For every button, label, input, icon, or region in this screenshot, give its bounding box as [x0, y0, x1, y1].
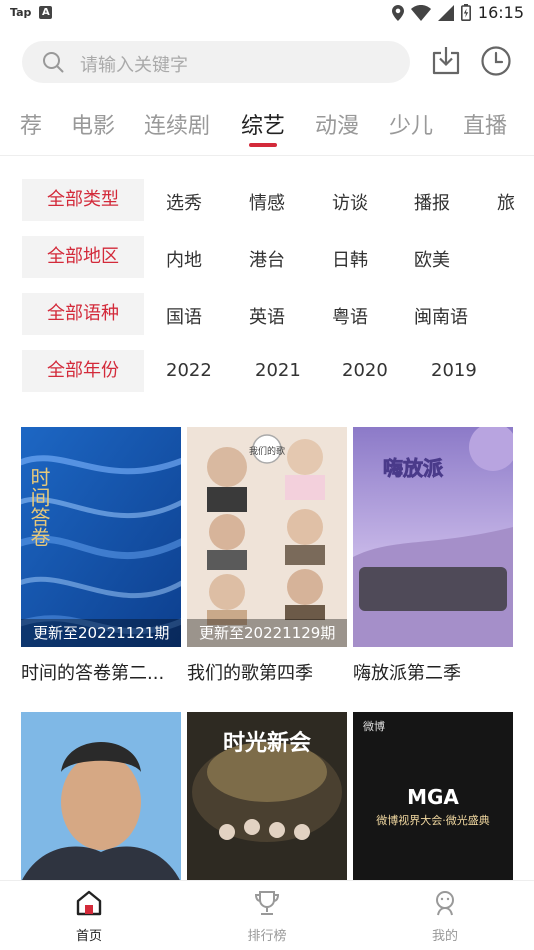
bottom-nav: 首页 排行榜 我的 — [0, 880, 534, 950]
poster-title-text: 时间答卷 — [27, 467, 51, 547]
nav-profile-label: 我的 — [431, 929, 458, 944]
history-icon[interactable] — [479, 44, 513, 78]
download-icon[interactable] — [429, 44, 463, 78]
filter-row-year: 全部年份 2022 2021 2020 2019 — [0, 350, 534, 392]
tap-app-tag: Tap — [10, 6, 32, 19]
filter-option[interactable]: 2021 — [255, 360, 301, 381]
tab-anime[interactable]: 动漫 — [315, 108, 359, 140]
status-bar: Tap A 16:15 — [0, 0, 534, 28]
poster-image: 嗨放派 — [353, 427, 513, 647]
tab-series[interactable]: 连续剧 — [144, 108, 210, 140]
filter-row-language: 全部语种 国语 英语 粤语 闽南语 — [0, 293, 534, 335]
filter-all-languages-button[interactable]: 全部语种 — [22, 293, 144, 335]
profile-icon — [436, 891, 454, 916]
filter-row-region: 全部地区 内地 港台 日韩 欧美 — [0, 236, 534, 278]
show-poster: 我们的歌 更新至20221129期 — [187, 427, 347, 647]
filter-option[interactable]: 国语 — [166, 303, 202, 329]
filter-option[interactable]: 2022 — [166, 360, 212, 381]
update-badge: 更新至20221121期 — [21, 619, 181, 647]
active-tab-indicator — [249, 143, 277, 147]
poster-image: 时光新会 — [187, 712, 347, 882]
nav-home[interactable]: 首页 — [49, 889, 129, 944]
weibo-logo-text: 微博 — [363, 719, 385, 733]
show-title: 时间的答卷第二... — [21, 663, 165, 684]
trophy-icon — [254, 891, 280, 915]
update-badge: 更新至20221129期 — [187, 619, 347, 647]
nav-profile[interactable]: 我的 — [405, 889, 485, 944]
poster-image: 微博 MGA 微博视界大会·微光盛典 — [353, 712, 513, 882]
tab-live[interactable]: 直播 — [463, 108, 507, 140]
search-row: 请输入关键字 — [0, 40, 534, 86]
show-poster: 时光新会 — [187, 712, 347, 882]
filter-option[interactable]: 情感 — [249, 189, 285, 215]
filter-all-years-button[interactable]: 全部年份 — [22, 350, 144, 392]
wifi-icon — [410, 4, 431, 21]
poster-logo-text: 嗨放派 — [383, 456, 444, 480]
show-poster: 微博 MGA 微博视界大会·微光盛典 — [353, 712, 513, 882]
filter-option[interactable]: 旅 — [497, 189, 515, 215]
filter-option[interactable]: 播报 — [414, 189, 450, 215]
filter-option[interactable]: 港台 — [249, 246, 285, 272]
search-icon — [43, 52, 64, 73]
show-poster — [21, 712, 181, 882]
poster-logo-text: 我们的歌 — [249, 445, 285, 457]
show-poster: 嗨放派 — [353, 427, 513, 647]
filter-option[interactable]: 英语 — [249, 303, 285, 329]
filter-option[interactable]: 选秀 — [166, 189, 202, 215]
filter-option[interactable]: 访谈 — [332, 189, 368, 215]
mga-logo-text: MGA — [407, 785, 459, 809]
home-icon — [76, 890, 102, 916]
filter-all-regions-button[interactable]: 全部地区 — [22, 236, 144, 278]
poster-image: 时间答卷 — [21, 427, 181, 647]
filter-option[interactable]: 粤语 — [332, 303, 368, 329]
search-input[interactable]: 请输入关键字 — [22, 41, 410, 83]
signal-icon — [437, 4, 454, 21]
tab-kids[interactable]: 少儿 — [389, 108, 433, 140]
a-notification-icon: A — [39, 6, 53, 19]
location-icon — [391, 4, 404, 21]
filter-option[interactable]: 内地 — [166, 246, 202, 272]
show-poster: 时间答卷 更新至20221121期 — [21, 427, 181, 647]
filter-option[interactable]: 2019 — [431, 360, 477, 381]
battery-icon — [460, 4, 471, 21]
tab-variety[interactable]: 综艺 — [241, 108, 285, 140]
filter-option[interactable]: 闽南语 — [414, 303, 468, 329]
nav-ranking-label: 排行榜 — [247, 929, 287, 944]
nav-ranking[interactable]: 排行榜 — [227, 889, 307, 944]
filter-all-types-button[interactable]: 全部类型 — [22, 179, 144, 221]
poster-image — [21, 712, 181, 882]
divider — [0, 155, 534, 156]
show-title: 嗨放派第二季 — [353, 663, 461, 684]
tab-recommend[interactable]: 荐 — [20, 108, 42, 140]
nav-home-label: 首页 — [75, 929, 102, 944]
poster-image: 我们的歌 — [187, 427, 347, 647]
filter-row-type: 全部类型 选秀 情感 访谈 播报 旅 — [0, 179, 534, 221]
filter-option[interactable]: 2020 — [342, 360, 388, 381]
tab-movies[interactable]: 电影 — [71, 108, 115, 140]
filter-option[interactable]: 日韩 — [332, 246, 368, 272]
show-title: 我们的歌第四季 — [187, 663, 313, 684]
category-tabs: 荐 电影 连续剧 综艺 动漫 少儿 直播 — [0, 102, 534, 148]
status-time: 16:15 — [477, 3, 524, 22]
poster-subtitle-text: 微博视界大会·微光盛典 — [376, 813, 490, 827]
search-placeholder: 请输入关键字 — [80, 55, 188, 76]
filter-option[interactable]: 欧美 — [414, 246, 450, 272]
poster-logo-text: 时光新会 — [223, 730, 311, 756]
